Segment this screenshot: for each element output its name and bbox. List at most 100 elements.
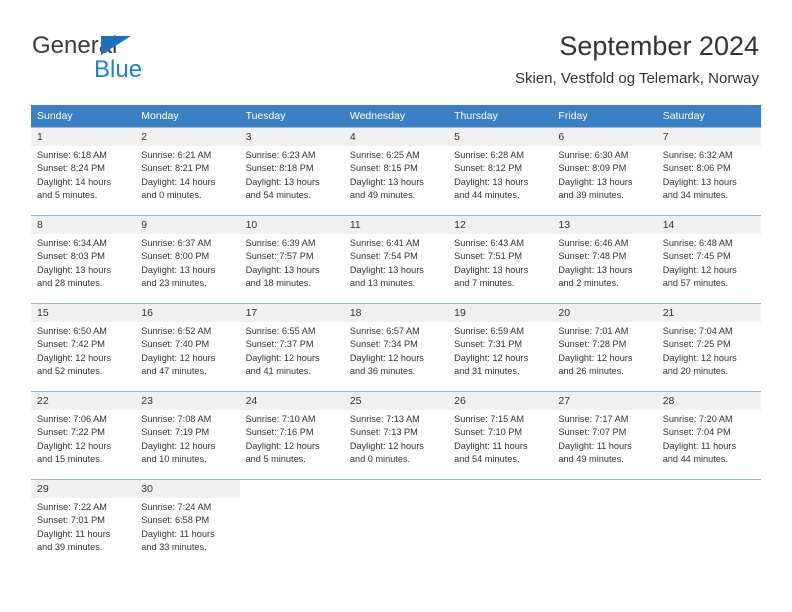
daylight-text-line2: and 2 minutes. (558, 277, 619, 288)
calendar-day-cell[interactable]: 30 Sunrise: 7:24 AM Sunset: 6:58 PM Dayligh… (135, 479, 240, 567)
sunrise-text: Sunrise: 7:04 AM (662, 326, 733, 336)
daylight-text-line2: and 31 minutes. (454, 365, 520, 376)
day-info: Sunrise: 6:18 AM Sunset: 8:24 PM Daylight:… (31, 146, 135, 202)
calendar-day-cell[interactable]: 22 Sunrise: 7:06 AM Sunset: 7:22 PM Dayligh… (31, 391, 136, 479)
sunset-text: Sunset: 7:22 PM (37, 427, 105, 438)
calendar-day-cell[interactable]: 15 Sunrise: 6:50 AM Sunset: 7:42 PM Dayligh… (31, 303, 136, 391)
calendar-day-cell[interactable]: 9 Sunrise: 6:37 AM Sunset: 8:00 PM Daylight… (135, 215, 240, 303)
day-info: Sunrise: 7:06 AM Sunset: 7:22 PM Daylight:… (31, 410, 135, 466)
sunrise-text: Sunrise: 6:21 AM (141, 150, 212, 160)
sunset-text: Sunset: 8:12 PM (454, 163, 523, 174)
daylight-text-line2: and 15 minutes. (37, 453, 103, 464)
calendar-day-cell[interactable]: 3 Sunrise: 6:23 AM Sunset: 8:18 PM Daylight… (239, 127, 344, 215)
sunset-text: Sunset: 7:31 PM (454, 339, 523, 350)
sunrise-text: Sunrise: 6:28 AM (454, 150, 525, 160)
sunset-text: Sunset: 8:06 PM (662, 163, 731, 174)
calendar-day-cell[interactable]: 4 Sunrise: 6:25 AM Sunset: 8:15 PM Daylight… (343, 127, 449, 215)
sunrise-text: Sunrise: 6:41 AM (349, 238, 420, 248)
sunset-text: Sunset: 7:57 PM (245, 251, 314, 262)
day-number: 21 (656, 304, 761, 322)
daylight-text-line2: and 0 minutes. (349, 453, 411, 464)
day-number: 26 (448, 392, 553, 410)
day-info: Sunrise: 7:13 AM Sunset: 7:13 PM Daylight:… (344, 410, 448, 466)
daylight-text-line1: Daylight: 12 hours (37, 352, 112, 363)
day-number: 23 (135, 392, 240, 410)
sunset-text: Sunset: 7:54 PM (349, 251, 418, 262)
calendar-day-cell-empty (448, 479, 553, 567)
day-info: Sunrise: 7:22 AM Sunset: 7:01 PM Daylight:… (31, 498, 135, 554)
calendar-day-cell[interactable]: 17 Sunrise: 6:55 AM Sunset: 7:37 PM Dayligh… (239, 303, 344, 391)
daylight-text-line2: and 47 minutes. (141, 365, 207, 376)
general-blue-logo: General Blue (32, 34, 252, 86)
day-number: 12 (448, 216, 553, 234)
sunset-text: Sunset: 7:37 PM (245, 339, 314, 350)
calendar-day-cell[interactable]: 24 Sunrise: 7:10 AM Sunset: 7:16 PM Dayligh… (239, 391, 344, 479)
calendar-day-cell[interactable]: 25 Sunrise: 7:13 AM Sunset: 7:13 PM Dayligh… (343, 391, 449, 479)
weekday-header-saturday: Saturday (656, 105, 761, 127)
calendar-day-cell[interactable]: 8 Sunrise: 6:34 AM Sunset: 8:03 PM Daylight… (31, 215, 136, 303)
calendar-day-cell[interactable]: 20 Sunrise: 7:01 AM Sunset: 7:28 PM Dayligh… (552, 303, 657, 391)
calendar-day-cell[interactable]: 5 Sunrise: 6:28 AM Sunset: 8:12 PM Daylight… (448, 127, 553, 215)
day-number: 24 (239, 392, 344, 410)
calendar-day-cell[interactable]: 21 Sunrise: 7:04 AM Sunset: 7:25 PM Dayligh… (656, 303, 761, 391)
sunrise-text: Sunrise: 6:37 AM (141, 238, 212, 248)
daylight-text-line2: and 13 minutes. (349, 277, 416, 288)
triangle-icon (101, 36, 131, 55)
daylight-text-line1: Daylight: 12 hours (349, 352, 424, 363)
weekday-header-wednesday: Wednesday (343, 105, 449, 127)
logo-top-row: General (32, 34, 252, 60)
daylight-text-line1: Daylight: 12 hours (349, 440, 424, 451)
day-number: 19 (448, 304, 553, 322)
title-block: September 2024 Skien, Vestfold og Telema… (515, 30, 759, 89)
sunset-text: Sunset: 7:40 PM (141, 339, 210, 350)
calendar-day-cell[interactable]: 7 Sunrise: 6:32 AM Sunset: 8:06 PM Daylight… (656, 127, 761, 215)
daylight-text-line2: and 41 minutes. (245, 365, 311, 376)
sunset-text: Sunset: 7:04 PM (662, 427, 731, 438)
daylight-text-line2: and 36 minutes. (349, 365, 416, 376)
day-info: Sunrise: 7:17 AM Sunset: 7:07 PM Daylight:… (552, 410, 656, 466)
calendar-page: General Blue September 2024 Skien, Vestf… (0, 0, 792, 612)
page-title: September 2024 (559, 31, 759, 61)
day-info: Sunrise: 6:25 AM Sunset: 8:15 PM Daylight:… (344, 146, 448, 202)
daylight-text-line2: and 54 minutes. (454, 453, 520, 464)
daylight-text-line2: and 20 minutes. (662, 365, 729, 376)
daylight-text-line2: and 23 minutes. (141, 277, 207, 288)
day-number: 28 (656, 392, 761, 410)
calendar-day-cell[interactable]: 28 Sunrise: 7:20 AM Sunset: 7:04 PM Dayligh… (656, 391, 761, 479)
daylight-text-line2: and 5 minutes. (245, 453, 306, 464)
weekday-header-thursday: Thursday (448, 105, 553, 127)
daylight-text-line2: and 54 minutes. (245, 189, 311, 200)
calendar-day-cell[interactable]: 18 Sunrise: 6:57 AM Sunset: 7:34 PM Dayligh… (343, 303, 449, 391)
sunrise-text: Sunrise: 7:01 AM (558, 326, 629, 336)
calendar-day-cell[interactable]: 14 Sunrise: 6:48 AM Sunset: 7:45 PM Dayligh… (656, 215, 761, 303)
calendar-day-cell[interactable]: 16 Sunrise: 6:52 AM Sunset: 7:40 PM Dayligh… (135, 303, 240, 391)
calendar-day-cell[interactable]: 13 Sunrise: 6:46 AM Sunset: 7:48 PM Dayligh… (552, 215, 657, 303)
calendar-day-cell[interactable]: 11 Sunrise: 6:41 AM Sunset: 7:54 PM Dayligh… (343, 215, 449, 303)
sunset-text: Sunset: 8:15 PM (349, 163, 418, 174)
calendar-day-cell[interactable]: 23 Sunrise: 7:08 AM Sunset: 7:19 PM Dayligh… (135, 391, 240, 479)
calendar-day-cell[interactable]: 1 Sunrise: 6:18 AM Sunset: 8:24 PM Daylight… (31, 127, 136, 215)
calendar-week-row: 15 Sunrise: 6:50 AM Sunset: 7:42 PM Dayligh… (31, 303, 761, 391)
calendar-day-cell[interactable]: 10 Sunrise: 6:39 AM Sunset: 7:57 PM Dayligh… (239, 215, 344, 303)
calendar-day-cell[interactable]: 2 Sunrise: 6:21 AM Sunset: 8:21 PM Daylight… (135, 127, 240, 215)
daylight-text-line2: and 5 minutes. (37, 189, 98, 200)
calendar-day-cell[interactable]: 26 Sunrise: 7:15 AM Sunset: 7:10 PM Dayligh… (448, 391, 553, 479)
day-number: 22 (31, 392, 136, 410)
day-info: Sunrise: 6:48 AM Sunset: 7:45 PM Daylight:… (657, 234, 761, 290)
calendar-body: 1 Sunrise: 6:18 AM Sunset: 8:24 PM Daylight… (31, 127, 761, 567)
sunrise-text: Sunrise: 7:06 AM (37, 414, 107, 424)
calendar-day-cell[interactable]: 27 Sunrise: 7:17 AM Sunset: 7:07 PM Dayligh… (552, 391, 657, 479)
daylight-text-line1: Daylight: 12 hours (245, 440, 320, 451)
sunset-text: Sunset: 8:00 PM (141, 251, 210, 262)
daylight-text-line2: and 57 minutes. (662, 277, 729, 288)
day-number: 3 (239, 128, 344, 146)
calendar-day-cell[interactable]: 19 Sunrise: 6:59 AM Sunset: 7:31 PM Dayligh… (448, 303, 553, 391)
day-info: Sunrise: 6:52 AM Sunset: 7:40 PM Daylight:… (135, 322, 239, 378)
page-subtitle: Skien, Vestfold og Telemark, Norway (514, 70, 759, 87)
calendar-grid: Sunday Monday Tuesday Wednesday Thursday… (31, 105, 761, 567)
daylight-text-line1: Daylight: 11 hours (662, 440, 737, 451)
calendar-day-cell[interactable]: 12 Sunrise: 6:43 AM Sunset: 7:51 PM Dayligh… (448, 215, 553, 303)
calendar-day-cell[interactable]: 29 Sunrise: 7:22 AM Sunset: 7:01 PM Dayligh… (31, 479, 136, 567)
sunrise-text: Sunrise: 6:50 AM (37, 326, 107, 336)
calendar-day-cell[interactable]: 6 Sunrise: 6:30 AM Sunset: 8:09 PM Daylight… (552, 127, 657, 215)
